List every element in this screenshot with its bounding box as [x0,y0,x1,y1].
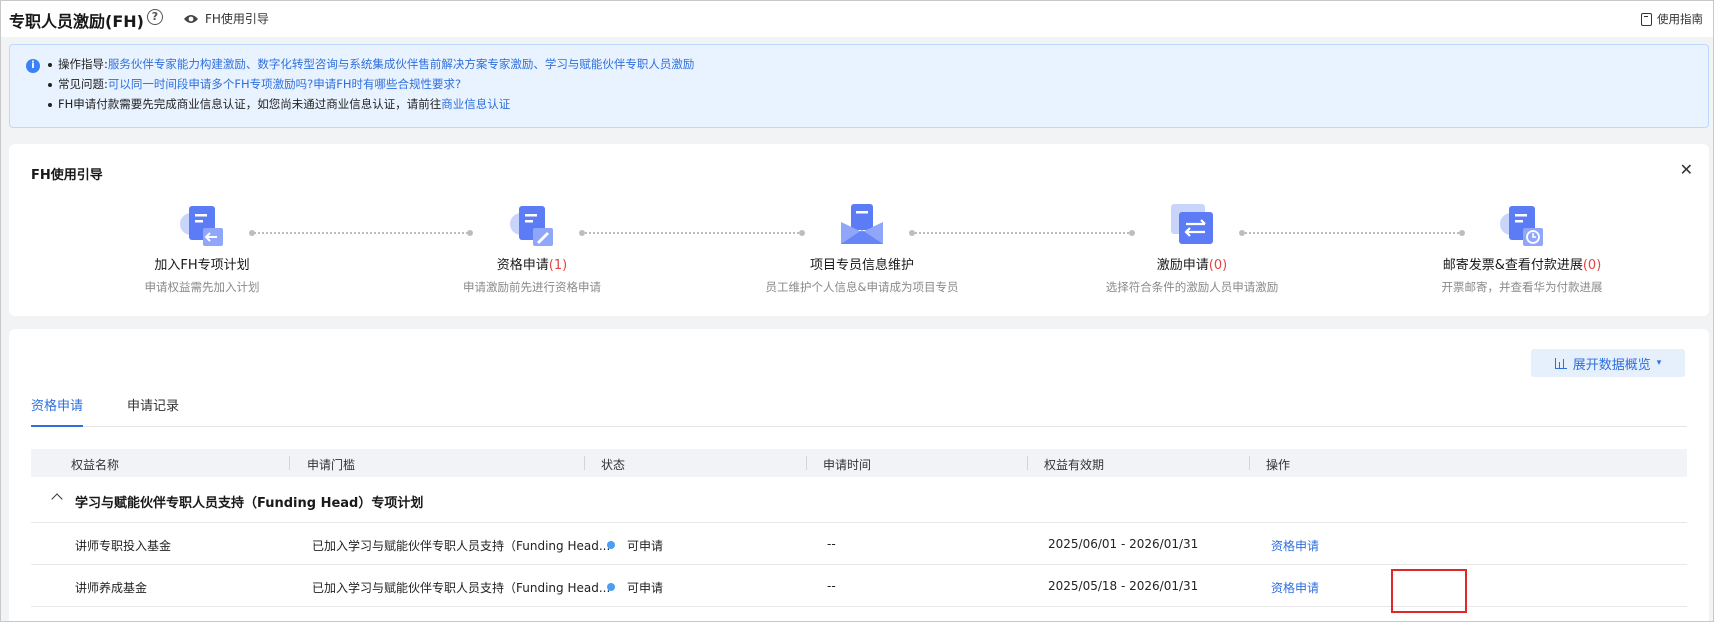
column-header: 申请门槛 [307,458,356,472]
guide-toggle[interactable]: FH使用引导 [183,10,269,27]
app-frame: 专职人员激励(FH) ? FH使用引导 使用指南 i 操作指导:服务伙伴专家能力… [0,0,1714,622]
bullet [48,62,52,67]
step-label: 激励申请 [1156,258,1209,273]
document-arrow-icon [177,202,227,248]
expand-overview-button[interactable]: 展开数据概览 ▾ [1531,349,1685,377]
step-count: (0) [1208,258,1228,273]
step-count: (0) [1582,258,1602,273]
guide-title: FH使用引导 [31,168,103,183]
table-row: 讲师专职投入基金 已加入学习与赋能伙伴专职人员支持（Funding Head..… [31,523,1687,565]
group-title: 学习与赋能伙伴专职人员支持（Funding Head）专项计划 [75,496,424,511]
group-row: 学习与赋能伙伴专职人员支持（Funding Head）专项计划 [31,477,1687,523]
column-header: 操作 [1266,458,1291,472]
bullet [48,102,52,107]
threshold: 已加入学习与赋能伙伴专职人员支持（Funding Head... [312,581,611,595]
highlight-box [1391,569,1467,613]
benefit-name: 讲师专职投入基金 [75,539,172,553]
step-join-plan[interactable]: 加入FH专项计划 申请权益需先加入计划 [72,202,332,295]
tab-records[interactable]: 申请记录 [127,397,179,427]
document-edit-icon [507,202,557,248]
step-description: 选择符合条件的激励人员申请激励 [1105,280,1279,294]
benefits-table: 权益名称 申请门槛 状态 申请时间 权益有效期 操作 学习与赋能伙伴专职人员支持… [31,449,1687,613]
step-description: 申请激励前先进行资格申请 [463,280,601,294]
table-row: 讲师养成基金 已加入学习与赋能伙伴专职人员支持（Funding Head... … [31,565,1687,613]
tab-qualification[interactable]: 资格申请 [31,397,84,427]
status-cell: 可申请 [607,579,663,596]
column-divider [289,456,290,470]
column-divider [1027,456,1028,470]
chevron-down-icon: ▾ [1656,358,1662,368]
notice-line-certification: FH申请付款需要先完成商业信息认证，如您尚未通过商业信息认证，请前往商业信息认证 [48,96,510,112]
status-dot [607,541,615,549]
bar-chart-icon [1554,357,1567,369]
step-label: 邮寄发票&查看付款进展 [1442,258,1583,273]
benefit-name: 讲师养成基金 [75,581,148,595]
step-description: 员工维护个人信息&申请成为项目专员 [765,280,959,294]
status-text: 可申请 [627,539,664,553]
step-label: 加入FH专项计划 [154,258,250,273]
close-icon[interactable]: ✕ [1680,162,1693,178]
column-divider [806,456,807,470]
step-description: 申请权益需先加入计划 [144,280,260,294]
notice-text: FH申请付款需要先完成商业信息认证，如您尚未通过商业信息认证，请前往 [58,97,442,111]
notice-line-faq: 常见问题:可以同一时间段申请多个FH专项激励吗?申请FH时有哪些合规性要求? [48,76,461,92]
exchange-icon [1167,202,1217,248]
eye-icon [184,14,198,23]
notice-line-operation: 操作指导:服务伙伴专家能力构建激励、数字化转型咨询与系统集成伙伴售前解决方案专家… [48,56,694,72]
book-icon [1641,12,1652,26]
bullet [48,82,52,87]
validity-period: 2025/05/18 - 2026/01/31 [1048,579,1199,593]
table-header: 权益名称 申请门槛 状态 申请时间 权益有效期 操作 [31,449,1687,477]
column-header: 状态 [601,458,626,472]
step-qualification[interactable]: 资格申请(1) 申请激励前先进行资格申请 [402,202,662,295]
main-card: 展开数据概览 ▾ 资格申请 申请记录 权益名称 申请门槛 状态 申请时间 权益有… [9,329,1709,621]
column-header: 权益有效期 [1044,458,1105,472]
folder-document-icon [837,202,887,248]
apply-time: -- [827,537,836,551]
step-specialist-info[interactable]: 项目专员信息维护 员工维护个人信息&申请成为项目专员 [732,202,992,295]
guide-card: FH使用引导 ✕ 加入FH专项计划 申请权益需先加入计划 资格申请(1) 申请激… [9,144,1709,316]
validity-period: 2025/06/01 - 2026/01/31 [1048,537,1199,551]
page-title: 专职人员激励(FH) [9,12,144,31]
chevron-up-icon[interactable] [51,493,63,505]
qualification-apply-link[interactable]: 资格申请 [1271,579,1319,596]
qualification-apply-link[interactable]: 资格申请 [1271,537,1319,554]
status-dot [607,583,615,591]
step-invoice-payment[interactable]: 邮寄发票&查看付款进展(0) 开票邮寄，并查看华为付款进展 [1392,202,1652,295]
notice-prefix: 常见问题: [58,77,108,91]
overview-button-label: 展开数据概览 [1572,357,1651,373]
info-icon: i [26,59,40,73]
manual-label: 使用指南 [1657,12,1703,26]
certification-link[interactable]: 商业信息认证 [441,97,510,111]
guide-toggle-label: FH使用引导 [205,12,269,26]
column-header: 权益名称 [71,458,120,472]
apply-time: -- [827,579,836,593]
notice-prefix: 操作指导: [58,57,108,71]
step-label: 资格申请 [496,258,549,273]
faq-link[interactable]: 可以同一时间段申请多个FH专项激励吗?申请FH时有哪些合规性要求? [108,77,461,91]
operation-guide-link[interactable]: 服务伙伴专家能力构建激励、数字化转型咨询与系统集成伙伴售前解决方案专家激励、学习… [108,57,695,71]
step-incentive-application[interactable]: 激励申请(0) 选择符合条件的激励人员申请激励 [1062,202,1322,295]
column-divider [1249,456,1250,470]
column-divider [584,456,585,470]
status-cell: 可申请 [607,537,663,554]
document-clock-icon [1497,202,1547,248]
column-header: 申请时间 [823,458,872,472]
top-bar: 专职人员激励(FH) ? FH使用引导 使用指南 [1,1,1713,37]
step-label: 项目专员信息维护 [809,258,914,273]
step-description: 开票邮寄，并查看华为付款进展 [1441,280,1603,294]
tab-bar: 资格申请 申请记录 [31,397,1687,427]
threshold: 已加入学习与赋能伙伴专职人员支持（Funding Head... [312,539,611,553]
help-icon[interactable]: ? [147,9,163,25]
status-text: 可申请 [627,581,664,595]
manual-link[interactable]: 使用指南 [1641,11,1703,27]
step-count: (1) [548,258,568,273]
notice-panel: i 操作指导:服务伙伴专家能力构建激励、数字化转型咨询与系统集成伙伴售前解决方案… [9,44,1709,128]
